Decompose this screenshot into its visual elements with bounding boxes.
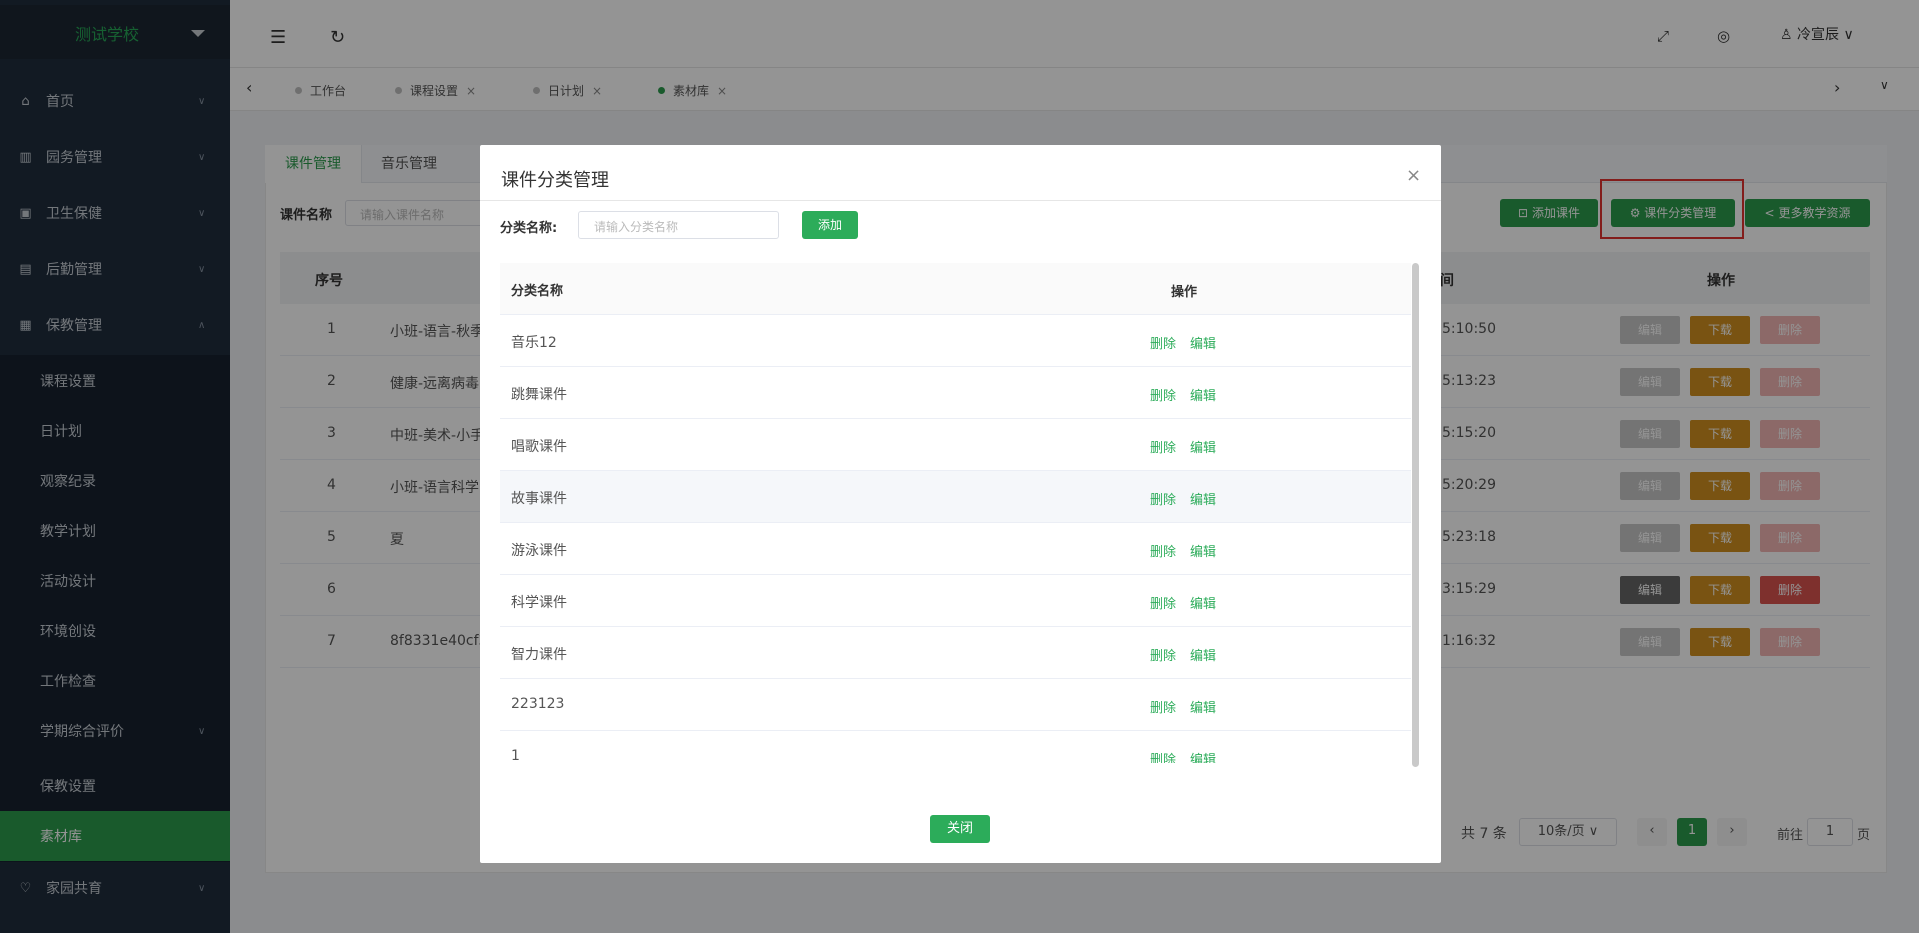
close-modal-button[interactable]: 关闭	[930, 815, 990, 843]
add-category-button[interactable]: 添加	[802, 211, 858, 239]
modal-title: 课件分类管理	[501, 170, 609, 191]
category-name: 1	[511, 748, 520, 763]
category-name: 科学课件	[511, 595, 567, 611]
category-name: 跳舞课件	[511, 387, 567, 403]
category-row: 跳舞课件 删除 编辑	[500, 367, 1411, 419]
category-row: 智力课件 删除 编辑	[500, 627, 1411, 679]
delete-link[interactable]: 删除	[1150, 593, 1176, 612]
edit-link[interactable]: 编辑	[1190, 333, 1216, 352]
edit-link[interactable]: 编辑	[1190, 541, 1216, 560]
delete-link[interactable]: 删除	[1150, 333, 1176, 352]
edit-link[interactable]: 编辑	[1190, 489, 1216, 508]
category-row: 音乐12 删除 编辑	[500, 315, 1411, 367]
category-name: 游泳课件	[511, 543, 567, 559]
category-table: 分类名称 操作 音乐12 删除 编辑 跳舞课件 删除 编辑 唱歌课件 删除 编辑…	[500, 263, 1411, 763]
category-table-header: 分类名称 操作	[500, 263, 1411, 315]
category-name: 唱歌课件	[511, 439, 567, 455]
delete-link[interactable]: 删除	[1150, 749, 1176, 763]
modal-divider	[480, 200, 1441, 201]
edit-link[interactable]: 编辑	[1190, 749, 1216, 763]
delete-link[interactable]: 删除	[1150, 541, 1176, 560]
close-icon[interactable]: ×	[1406, 165, 1421, 186]
category-name-label: 分类名称:	[500, 221, 558, 236]
edit-link[interactable]: 编辑	[1190, 385, 1216, 404]
category-row: 故事课件 删除 编辑	[500, 471, 1411, 523]
category-row: 游泳课件 删除 编辑	[500, 523, 1411, 575]
edit-link[interactable]: 编辑	[1190, 593, 1216, 612]
edit-link[interactable]: 编辑	[1190, 437, 1216, 456]
delete-link[interactable]: 删除	[1150, 645, 1176, 664]
category-row: 科学课件 删除 编辑	[500, 575, 1411, 627]
delete-link[interactable]: 删除	[1150, 489, 1176, 508]
category-name-input[interactable]: 请输入分类名称	[578, 211, 779, 239]
edit-link[interactable]: 编辑	[1190, 697, 1216, 716]
col-category-name: 分类名称	[511, 284, 564, 299]
delete-link[interactable]: 删除	[1150, 437, 1176, 456]
category-name: 智力课件	[511, 647, 567, 663]
category-row: 唱歌课件 删除 编辑	[500, 419, 1411, 471]
edit-link[interactable]: 编辑	[1190, 645, 1216, 664]
modal-scrollbar[interactable]	[1412, 263, 1419, 767]
col-category-ops: 操作	[1171, 285, 1198, 300]
category-row: 1 删除 编辑	[500, 731, 1411, 763]
category-name: 223123	[511, 696, 565, 712]
delete-link[interactable]: 删除	[1150, 697, 1176, 716]
delete-link[interactable]: 删除	[1150, 385, 1176, 404]
category-name: 音乐12	[511, 335, 557, 351]
category-row: 223123 删除 编辑	[500, 679, 1411, 731]
category-modal: 课件分类管理 × 分类名称: 请输入分类名称 添加 分类名称 操作 音乐12 删…	[480, 145, 1441, 863]
category-name: 故事课件	[511, 491, 567, 507]
